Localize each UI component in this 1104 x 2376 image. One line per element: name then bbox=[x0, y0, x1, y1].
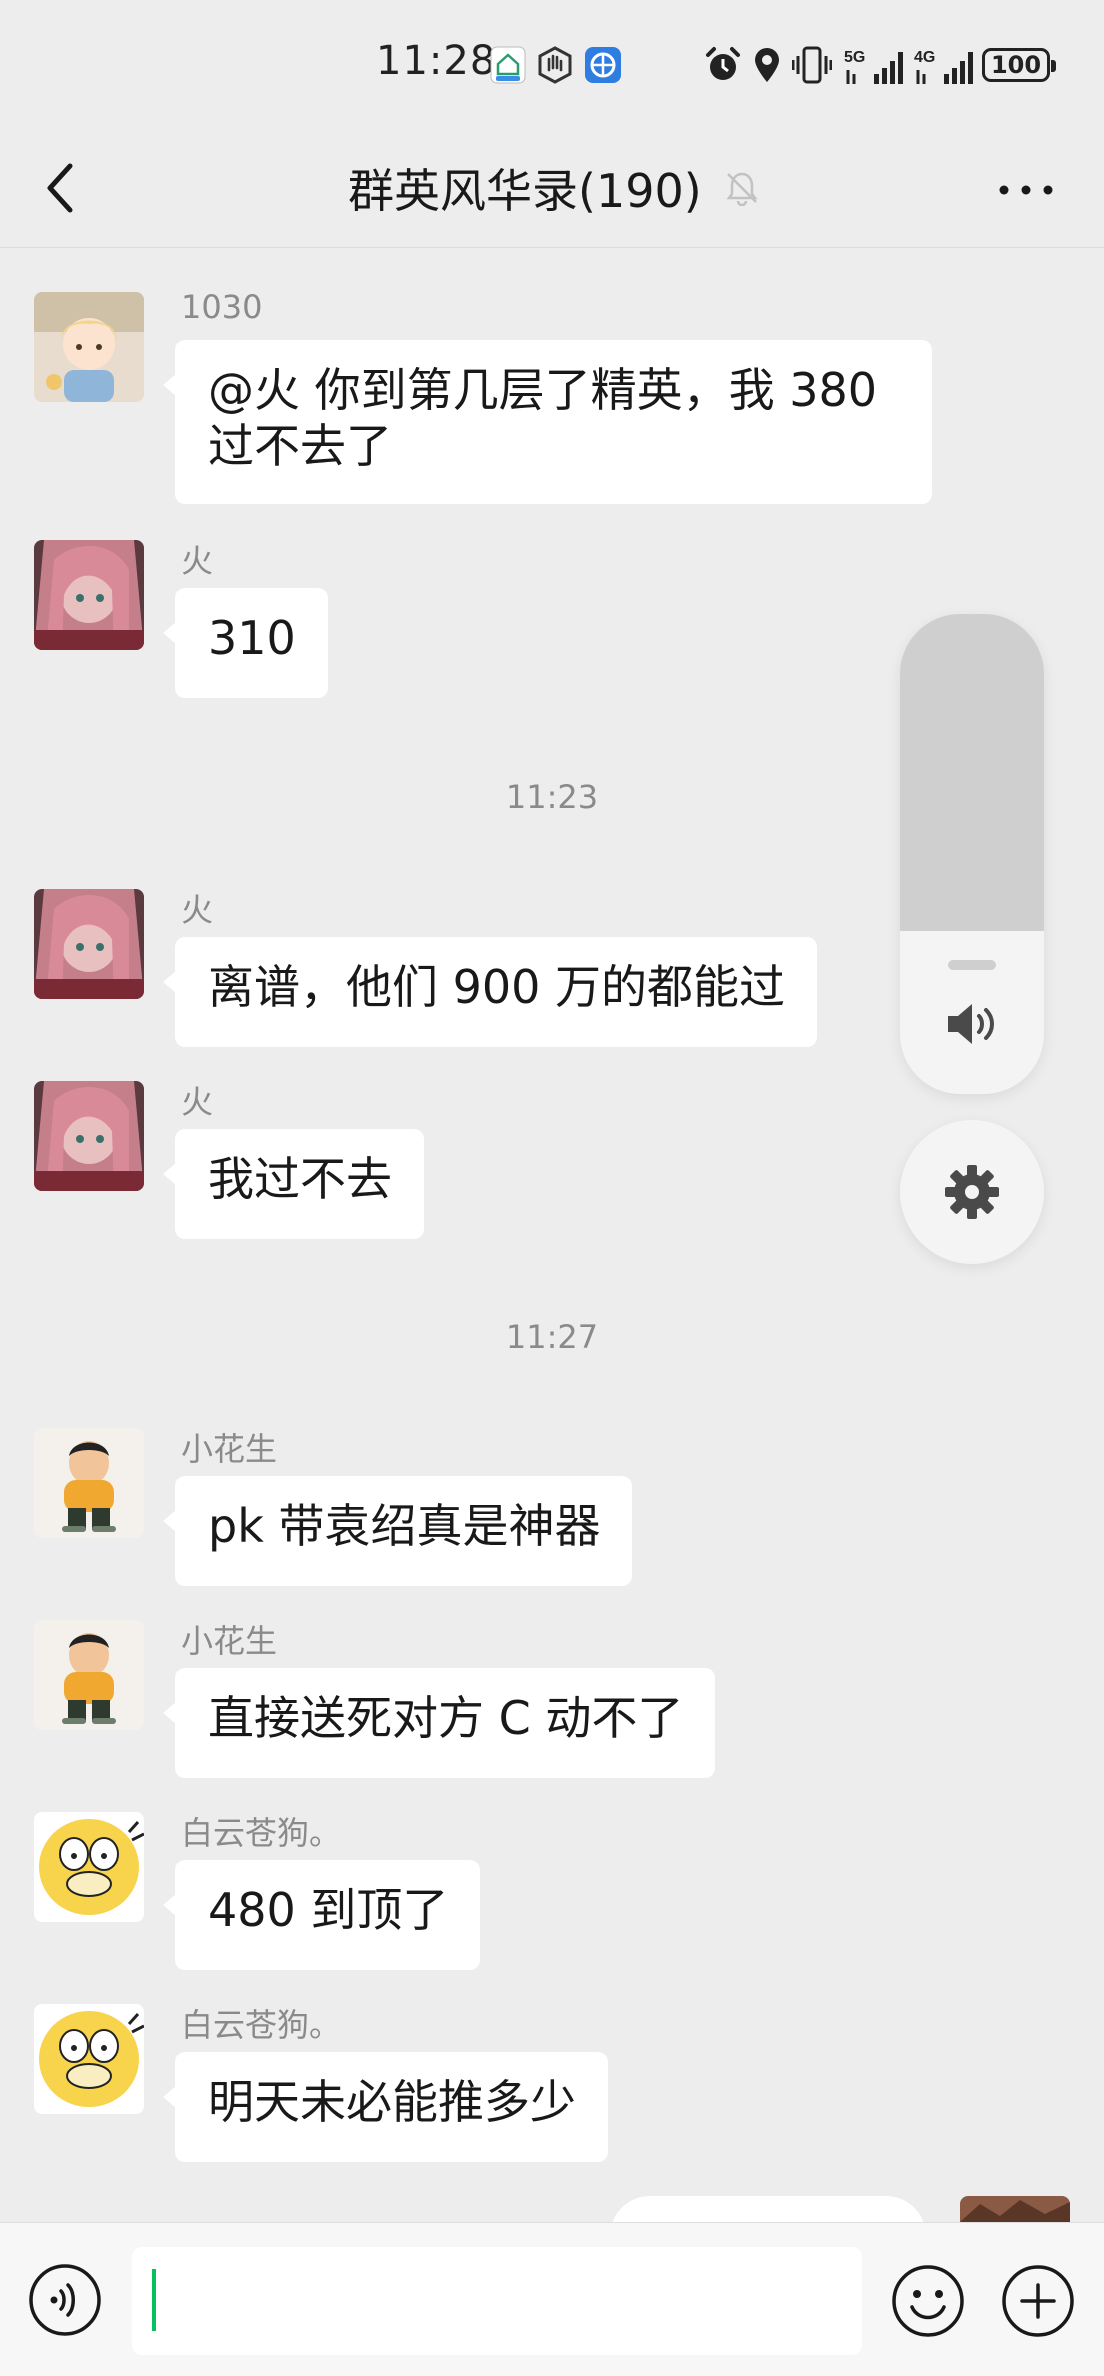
vibrate-icon bbox=[792, 46, 832, 84]
avatar[interactable] bbox=[34, 1812, 144, 1922]
blue-app-icon bbox=[585, 47, 621, 83]
back-arrow-icon[interactable] bbox=[40, 158, 80, 218]
sender-name: 小花生 bbox=[181, 1430, 278, 1468]
avatar[interactable] bbox=[34, 540, 144, 650]
sender-name: 小花生 bbox=[181, 1622, 278, 1660]
message-bubble[interactable]: 离谱，他们 900 万的都能过 bbox=[162, 937, 818, 1047]
home-app-icon bbox=[490, 46, 526, 84]
title-group: 群英风华录(190) bbox=[348, 156, 760, 220]
avatar[interactable] bbox=[34, 1081, 144, 1191]
sender-name: 火 bbox=[181, 891, 214, 929]
mute-bell-icon bbox=[726, 172, 758, 206]
hand-icon bbox=[538, 46, 572, 84]
avatar[interactable] bbox=[34, 1620, 144, 1730]
message-bubble[interactable]: 明天未必能推多少 bbox=[163, 2052, 608, 2162]
svg-text:5G: 5G bbox=[844, 49, 865, 66]
message-bubble[interactable]: @火 你到第几层了精英，我 380 过不去了 bbox=[163, 340, 932, 504]
chat-header: 群英风华录(190) bbox=[0, 130, 1104, 248]
message-bubble[interactable]: 310 bbox=[163, 588, 328, 698]
svg-text:4G: 4G bbox=[914, 49, 935, 66]
input-bar bbox=[0, 2222, 1104, 2376]
own-avatar-partial[interactable] bbox=[960, 2196, 1070, 2222]
volume-slider[interactable] bbox=[900, 614, 1044, 1094]
speaker-icon bbox=[948, 1004, 994, 1044]
avatar[interactable] bbox=[34, 2004, 144, 2114]
battery-indicator: 100 bbox=[982, 48, 1056, 82]
avatar[interactable] bbox=[34, 889, 144, 999]
location-icon bbox=[755, 48, 779, 82]
message-input[interactable] bbox=[132, 2247, 862, 2355]
signal-5g-icon: 5G bbox=[844, 49, 903, 84]
sound-settings-button[interactable] bbox=[900, 1120, 1044, 1264]
message-bubble[interactable]: pk 带袁绍真是神器 bbox=[162, 1476, 633, 1586]
alarm-icon bbox=[706, 47, 740, 80]
message-bubble[interactable]: 480 到顶了 bbox=[162, 1860, 481, 1970]
volume-track-empty bbox=[900, 614, 1044, 931]
gear-icon bbox=[945, 1165, 999, 1219]
sender-name: 火 bbox=[181, 1083, 214, 1121]
sender-name: 白云苍狗。 bbox=[181, 1814, 342, 1852]
volume-handle[interactable] bbox=[948, 960, 996, 970]
message-bubble[interactable]: 直接送死对方 C 动不了 bbox=[162, 1668, 716, 1778]
sender-name: 火 bbox=[181, 542, 214, 580]
chat-title: 群英风华录(190) bbox=[348, 164, 702, 218]
status-time: 11:28 bbox=[376, 38, 497, 84]
avatar[interactable] bbox=[34, 292, 144, 402]
signal-4g-icon: 4G bbox=[914, 49, 973, 84]
emoji-icon[interactable] bbox=[890, 2263, 966, 2339]
time-separator: 11:27 bbox=[505, 1318, 599, 1356]
more-options-icon[interactable] bbox=[996, 170, 1056, 210]
message-bubble[interactable]: 我过不去 bbox=[163, 1129, 424, 1239]
avatar[interactable] bbox=[34, 1428, 144, 1538]
sender-name: 白云苍狗。 bbox=[181, 2006, 342, 2044]
status-bar: 11:28 5G 4G 100 bbox=[0, 0, 1104, 130]
plus-icon[interactable] bbox=[1000, 2263, 1076, 2339]
text-caret bbox=[152, 2269, 156, 2331]
voice-input-icon[interactable] bbox=[28, 2263, 102, 2337]
sender-name: 1030 bbox=[181, 288, 263, 326]
